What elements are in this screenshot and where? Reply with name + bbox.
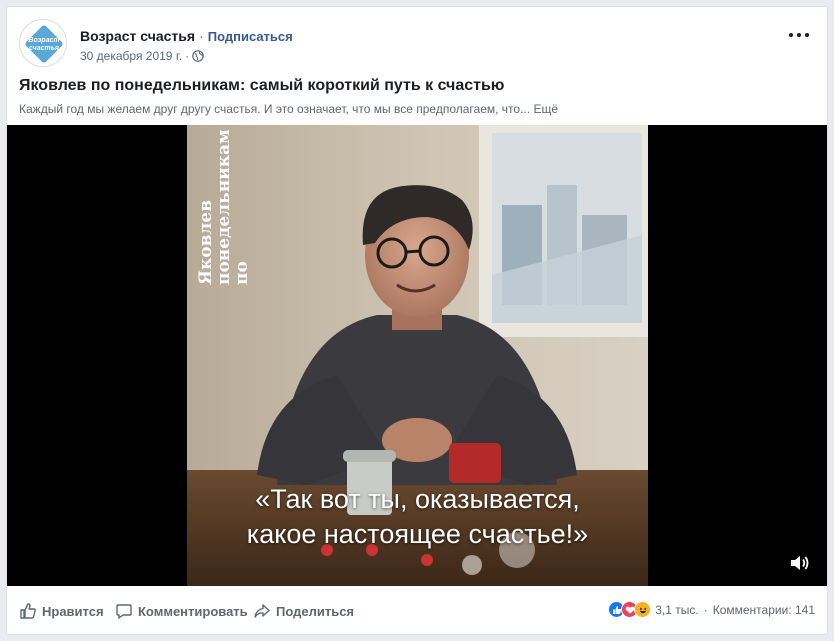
post-actions: Нравится Комментировать Поделиться 3,1 т…	[7, 586, 827, 634]
speaker-icon	[791, 556, 809, 570]
post-header: Возраст счастья Возраст счастья · Подписат…	[19, 19, 815, 67]
subscribe-button[interactable]: Подписаться	[208, 29, 293, 44]
caption-line-2: какое настоящее счастье!»	[246, 519, 589, 549]
post-card: Возраст счастья Возраст счастья · Подписат…	[6, 6, 828, 635]
avatar-text-2: счастья	[29, 45, 59, 52]
like-label: Нравится	[42, 603, 104, 619]
video-caption: «Так вот ты, оказывается, какое настояще…	[187, 482, 648, 552]
share-button[interactable]: Поделиться	[253, 601, 354, 621]
comment-icon	[116, 604, 132, 619]
separator-dot: ·	[199, 28, 204, 44]
avatar-text-1: Возраст	[28, 37, 59, 44]
caption-line-1: «Так вот ты, оказывается,	[255, 484, 580, 514]
haha-reaction-icon	[634, 601, 652, 618]
post-date[interactable]: 30 декабря 2019 г.	[80, 49, 182, 63]
globe-icon	[192, 50, 204, 62]
page-logo-icon: Возраст счастья	[20, 20, 66, 66]
reactions-summary: 3,1 тыс. · Комментарии: 141	[608, 601, 815, 618]
page-name-link[interactable]: Возраст счастья	[80, 28, 195, 44]
meta-separator: ·	[185, 49, 190, 63]
post-description: Каждый год мы желаем друг другу счастья.…	[19, 102, 558, 116]
post-title: Яковлев по понедельникам: самый короткий…	[19, 77, 505, 94]
share-label: Поделиться	[276, 603, 355, 619]
video-player[interactable]: Яковлев понедельникам по «Так вот ты, ок…	[7, 125, 827, 586]
description-text: Каждый год мы желаем друг другу счастья.…	[19, 102, 531, 116]
volume-button[interactable]	[789, 553, 811, 573]
comments-count[interactable]: Комментарии: 141	[713, 603, 815, 617]
reactions-count[interactable]: 3,1 тыс.	[655, 603, 698, 617]
reactions-separator: ·	[703, 602, 708, 617]
video-overlay-title: Яковлев понедельникам по	[196, 129, 257, 285]
page-line: Возраст счастья · Подписаться	[80, 28, 293, 44]
post-meta: 30 декабря 2019 г. ·	[80, 49, 204, 63]
thumbs-up-icon	[20, 603, 36, 619]
overlay-line-2: понедельникам	[214, 129, 234, 285]
overlay-line-1: Яковлев	[196, 199, 216, 285]
see-more-link[interactable]: Ещё	[533, 102, 558, 116]
comment-label: Комментировать	[138, 603, 248, 619]
comment-button[interactable]: Комментировать	[115, 601, 248, 621]
share-icon	[254, 604, 270, 618]
page-avatar[interactable]: Возраст счастья	[19, 19, 67, 67]
like-button[interactable]: Нравится	[19, 601, 104, 621]
overlay-line-3: по	[232, 261, 252, 285]
more-options-button[interactable]	[789, 27, 813, 43]
